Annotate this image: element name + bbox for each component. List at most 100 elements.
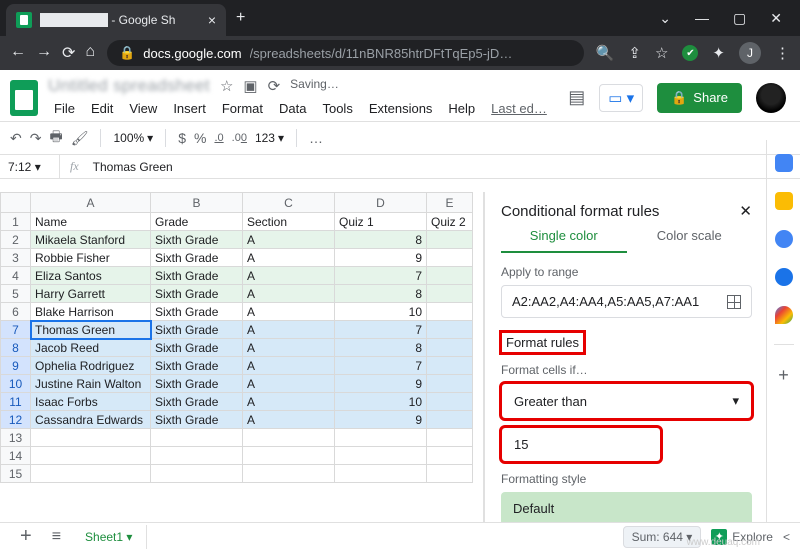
cell[interactable] <box>427 375 473 393</box>
cell[interactable]: 8 <box>335 339 427 357</box>
menu-tools[interactable]: Tools <box>316 98 358 119</box>
cell[interactable] <box>31 429 151 447</box>
row-head-11[interactable]: 11 <box>1 393 31 411</box>
redo-icon[interactable]: ↷ <box>30 130 42 147</box>
minimize-icon[interactable]: — <box>695 10 709 27</box>
search-icon[interactable]: 🔍 <box>596 44 615 62</box>
menu-help[interactable]: Help <box>442 98 481 119</box>
maps-addon-icon[interactable] <box>775 306 793 324</box>
formula-input[interactable]: Thomas Green <box>89 160 800 174</box>
row-head-10[interactable]: 10 <box>1 375 31 393</box>
col-head-A[interactable]: A <box>31 193 151 213</box>
share-button[interactable]: 🔒 Share <box>657 83 742 113</box>
format-currency-icon[interactable]: $ <box>178 130 186 146</box>
add-addon-icon[interactable]: + <box>778 365 789 386</box>
sheet-tab[interactable]: Sheet1 ▾ <box>71 525 147 549</box>
cell[interactable] <box>427 249 473 267</box>
row-head-15[interactable]: 15 <box>1 465 31 483</box>
col-head-D[interactable]: D <box>335 193 427 213</box>
cell[interactable]: 10 <box>335 393 427 411</box>
header-cell[interactable]: Section <box>243 213 335 231</box>
cell[interactable] <box>335 429 427 447</box>
doc-title[interactable]: Untitled spreadsheet <box>48 76 210 96</box>
calendar-addon-icon[interactable] <box>775 154 793 172</box>
row-head-8[interactable]: 8 <box>1 339 31 357</box>
cell[interactable]: Sixth Grade <box>151 393 243 411</box>
cell[interactable]: A <box>243 321 335 339</box>
more-toolbar-icon[interactable]: … <box>309 130 323 146</box>
cell[interactable]: Robbie Fisher <box>31 249 151 267</box>
row-head-2[interactable]: 2 <box>1 231 31 249</box>
cell[interactable]: A <box>243 375 335 393</box>
cell[interactable] <box>243 429 335 447</box>
all-sheets-button[interactable]: ≡ <box>42 528 71 546</box>
profile-avatar[interactable]: J <box>739 42 761 64</box>
cell[interactable]: A <box>243 303 335 321</box>
cell[interactable] <box>335 465 427 483</box>
cell[interactable]: A <box>243 411 335 429</box>
keep-addon-icon[interactable] <box>775 192 793 210</box>
close-window-icon[interactable]: ✕ <box>770 10 782 27</box>
cell[interactable] <box>427 267 473 285</box>
cell[interactable] <box>151 465 243 483</box>
tab-single-color[interactable]: Single color <box>501 228 627 253</box>
cell[interactable] <box>427 321 473 339</box>
row-head-12[interactable]: 12 <box>1 411 31 429</box>
header-cell[interactable]: Quiz 1 <box>335 213 427 231</box>
cell[interactable]: 9 <box>335 411 427 429</box>
maximize-icon[interactable]: ▢ <box>733 10 746 27</box>
cell[interactable]: Eliza Santos <box>31 267 151 285</box>
header-cell[interactable]: Name <box>31 213 151 231</box>
condition-select[interactable]: Greater than ▾ <box>501 383 752 419</box>
extension-badge-icon[interactable]: ✔ <box>682 45 698 61</box>
cell[interactable]: Sixth Grade <box>151 357 243 375</box>
number-format-select[interactable]: 123 ▾ <box>255 131 284 145</box>
cell[interactable]: 7 <box>335 321 427 339</box>
comments-icon[interactable]: ▤ <box>568 87 585 108</box>
back-icon[interactable]: ← <box>10 43 26 63</box>
cell[interactable] <box>427 339 473 357</box>
cell[interactable] <box>427 465 473 483</box>
account-avatar[interactable] <box>756 83 786 113</box>
contacts-addon-icon[interactable] <box>775 268 793 286</box>
cell[interactable] <box>427 447 473 465</box>
name-box[interactable]: 7:12 ▾ <box>0 155 60 178</box>
cell[interactable]: Sixth Grade <box>151 267 243 285</box>
cell[interactable] <box>151 447 243 465</box>
row-head-9[interactable]: 9 <box>1 357 31 375</box>
menu-view[interactable]: View <box>123 98 163 119</box>
cell[interactable]: A <box>243 339 335 357</box>
cell[interactable]: Cassandra Edwards <box>31 411 151 429</box>
cell[interactable] <box>427 285 473 303</box>
row-head-14[interactable]: 14 <box>1 447 31 465</box>
bookmark-icon[interactable]: ☆ <box>655 44 668 62</box>
last-edit-link[interactable]: Last ed… <box>485 98 553 119</box>
col-head-B[interactable]: B <box>151 193 243 213</box>
menu-edit[interactable]: Edit <box>85 98 119 119</box>
cell[interactable]: Sixth Grade <box>151 375 243 393</box>
close-panel-icon[interactable]: ✕ <box>739 202 752 220</box>
row-head-3[interactable]: 3 <box>1 249 31 267</box>
share-url-icon[interactable]: ⇪ <box>628 44 641 62</box>
cell[interactable] <box>427 411 473 429</box>
select-range-icon[interactable] <box>727 295 741 309</box>
collapse-side-panel-icon[interactable]: < <box>783 530 790 544</box>
extensions-icon[interactable]: ✦ <box>712 44 725 62</box>
cell[interactable]: Sixth Grade <box>151 285 243 303</box>
cell[interactable]: Justine Rain Walton <box>31 375 151 393</box>
menu-insert[interactable]: Insert <box>167 98 212 119</box>
close-tab-icon[interactable]: × <box>208 12 216 28</box>
select-all-cell[interactable] <box>1 193 31 213</box>
paint-format-icon[interactable]: 🖌 <box>71 130 89 147</box>
cell[interactable]: Sixth Grade <box>151 249 243 267</box>
cell[interactable] <box>427 357 473 375</box>
star-icon[interactable]: ☆ <box>220 77 233 95</box>
cell[interactable] <box>243 447 335 465</box>
new-tab-button[interactable]: + <box>236 9 245 27</box>
cell[interactable]: Sixth Grade <box>151 303 243 321</box>
cell[interactable]: 8 <box>335 285 427 303</box>
sheets-logo-icon[interactable] <box>10 80 38 116</box>
cell[interactable]: Isaac Forbs <box>31 393 151 411</box>
row-head-7[interactable]: 7 <box>1 321 31 339</box>
forward-icon[interactable]: → <box>36 43 52 63</box>
